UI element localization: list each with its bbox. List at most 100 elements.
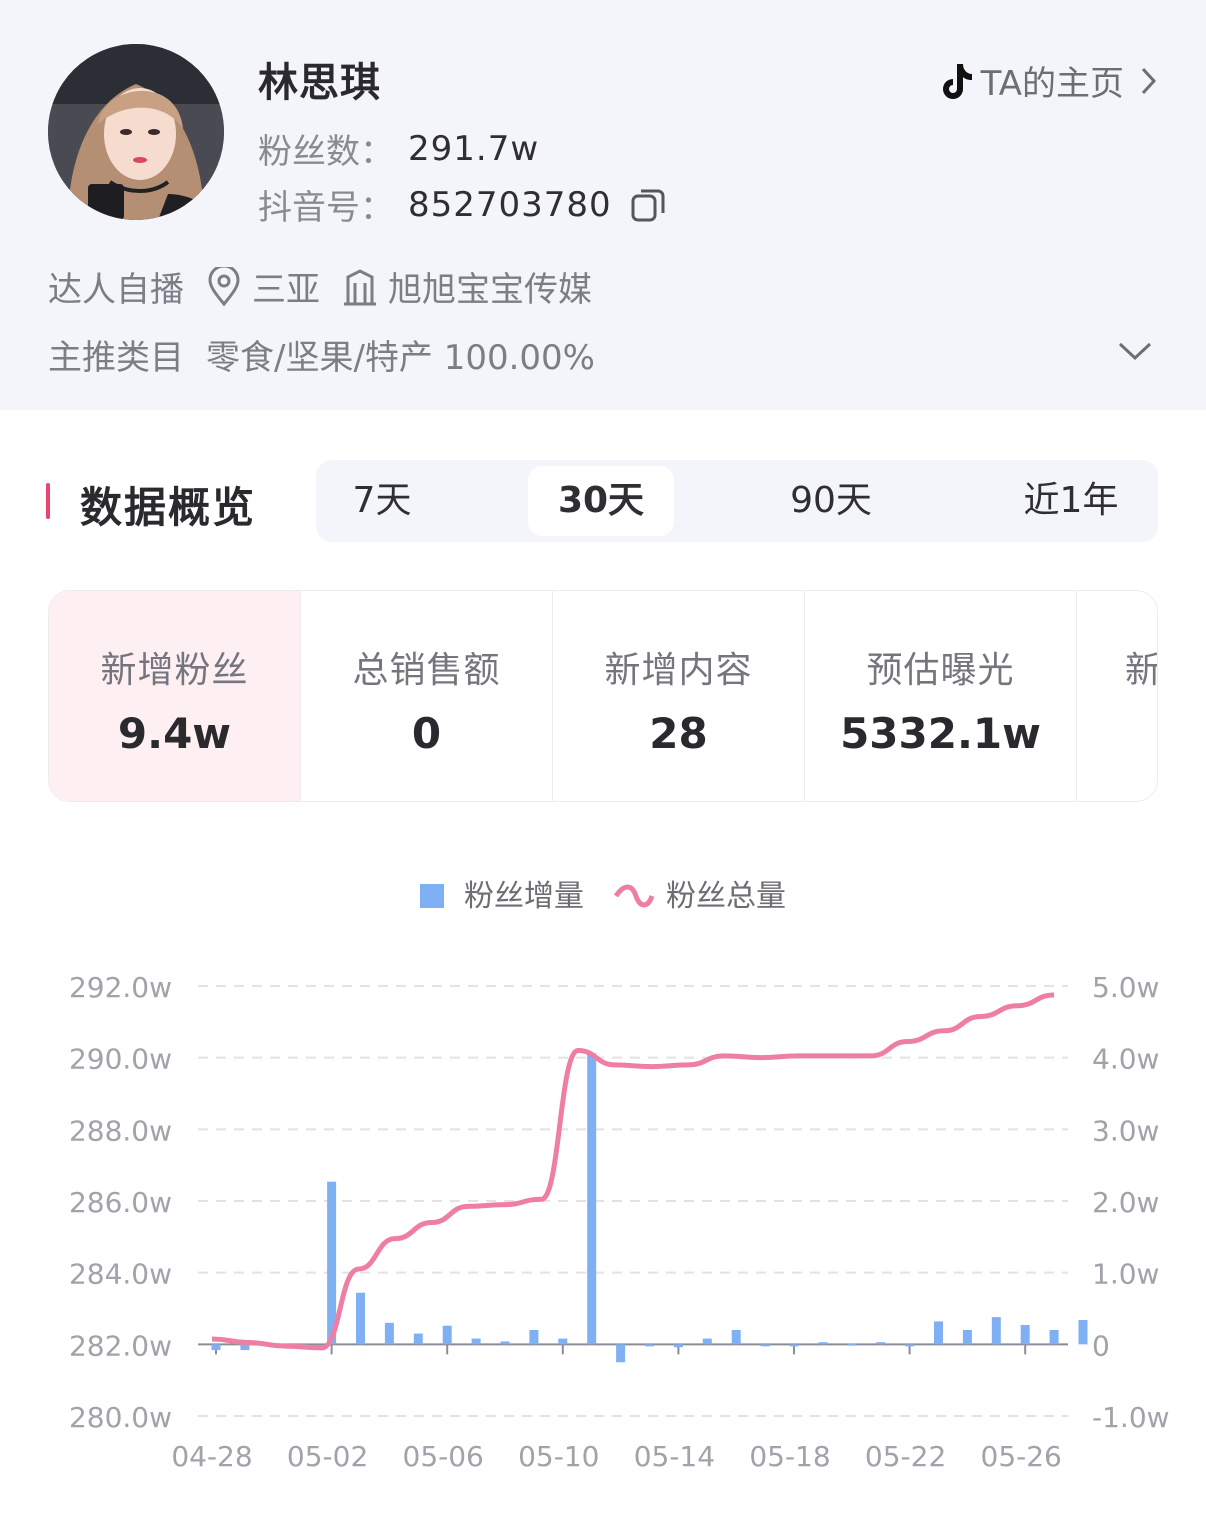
profile-tags: 达人自播 三亚 旭旭宝宝传媒 [48,262,592,311]
metric-label: 新增粉丝 [100,650,249,691]
x-tick-label: 05-10 [518,1440,599,1473]
bar-fans-increment [587,1053,597,1345]
bar-fans-increment [529,1330,539,1345]
bar-fans-increment [327,1181,337,1345]
bar-fans-increment [760,1344,770,1347]
fans-chart: 粉丝增量 粉丝总量 292.0w 5.0w 290.0w 4.0w 288.0w 3.0w… [0,860,1206,1500]
line-fans-total [211,992,1055,1351]
bar-fans-increment [500,1341,510,1345]
chevron-right-icon [1141,67,1157,94]
y-left-tick-label: 286.0w [69,1186,172,1219]
y-right-tick-label: -1.0w [1092,1401,1170,1434]
bar-fans-increment [991,1317,1001,1345]
avatar-image [48,44,224,220]
line-series [211,992,1055,1351]
section-title: 数据概览 [80,483,257,532]
metric-cards: 新增粉丝 9.4w 总销售额 0 新增内容 28 预估曝光 5332.1w 新 [48,590,1158,802]
x-tick-label: 05-26 [981,1440,1062,1473]
tab-1-year[interactable]: 近1年 [986,466,1156,536]
bar-fans-increment [818,1342,828,1345]
metric-label: 新 [1077,641,1157,693]
douyin-id-row: 抖音号： 852703780 [258,180,666,229]
bar-fans-increment [211,1344,221,1351]
building-icon [344,268,376,305]
x-tick-label: 05-22 [865,1440,946,1473]
y-right-tick-label: 1.0w [1092,1258,1159,1291]
tab-90-days[interactable]: 90天 [756,466,906,536]
y-right-tick-label: 4.0w [1092,1043,1159,1076]
chevron-down-icon[interactable] [1116,336,1154,366]
y-left-tick-label: 282.0w [69,1329,172,1362]
metric-value: 9.4w [117,709,232,758]
bar-fans-increment [384,1322,394,1345]
bar-fans-increment [934,1321,943,1345]
x-tick-label: 04-28 [171,1440,252,1473]
section-accent-bar [46,483,50,519]
bar-fans-increment [962,1330,972,1345]
metric-value: 5332.1w [840,709,1041,758]
bar-fans-increment [442,1325,452,1345]
tab-30-days[interactable]: 30天 [528,466,674,536]
bar-fans-increment [558,1338,568,1345]
bar-fans-increment [413,1333,423,1345]
bar-fans-increment [673,1344,683,1348]
y-left-tick-label: 280.0w [69,1401,172,1434]
bar-fans-increment [905,1344,915,1347]
profile-home-link[interactable]: TA的主页 [939,56,1160,105]
tiktok-icon [942,63,972,99]
y-right-tick-label: 3.0w [1092,1114,1159,1147]
tab-7-days[interactable]: 7天 [316,466,448,536]
profile-header: 林思琪 粉丝数： 291.7w 抖音号： 852703780 TA的主页 达人自… [0,0,1206,410]
bar-fans-increment [702,1338,712,1345]
x-tick-label: 05-14 [634,1440,715,1473]
x-tick-label: 05-18 [749,1440,830,1473]
y-left-tick-label: 290.0w [69,1043,172,1076]
metric-label: 总销售额 [352,650,501,691]
y-left-tick-label: 292.0w [69,971,172,1004]
bar-fans-increment [1049,1330,1059,1345]
main-category-label: 主推类目 [48,338,184,378]
metric-partial[interactable]: 新 [1077,591,1157,801]
bar-fans-increment [731,1330,741,1345]
metric-value: 28 [649,709,708,758]
x-tick-label: 05-02 [287,1440,368,1473]
legend-bar-label[interactable]: 粉丝增量 [464,879,584,914]
legend-bar-swatch [420,884,444,908]
bar-fans-increment [645,1344,654,1347]
avatar[interactable] [48,44,224,220]
bar-fans-increment [1078,1319,1088,1345]
metric-label: 预估曝光 [866,650,1015,691]
bar-fans-increment [847,1343,857,1346]
main-category-row: 主推类目 零食/坚果/特产 100.00% [48,330,595,379]
metric-new-fans[interactable]: 新增粉丝 9.4w [49,591,301,801]
account-name: 林思琪 [258,60,381,106]
bar-fans-increment [1020,1324,1030,1345]
fans-chart-svg: 粉丝增量 粉丝总量 292.0w 5.0w 290.0w 4.0w 288.0w 3.0w… [69,879,1170,1473]
bar-fans-increment [471,1338,481,1345]
bar-series [211,1053,1088,1363]
metric-value: 0 [411,709,442,758]
location-pin-icon [208,266,240,306]
metric-new-content[interactable]: 新增内容 28 [553,591,805,801]
period-tabs: 7天 30天 90天 近1年 [316,460,1158,542]
bar-fans-increment [240,1344,250,1351]
fans-count-row: 粉丝数： 291.7w [258,124,539,173]
bar-fans-increment [616,1344,626,1363]
metric-total-sales[interactable]: 总销售额 0 [301,591,553,801]
douyin-id-value: 852703780 [408,184,612,225]
fans-count-value: 291.7w [408,128,540,169]
metric-estimated-exposure[interactable]: 预估曝光 5332.1w [805,591,1077,801]
metric-label: 新增内容 [604,650,753,691]
legend-line-label[interactable]: 粉丝总量 [666,879,786,914]
y-left-tick-label: 284.0w [69,1258,172,1291]
copy-icon[interactable] [630,187,666,223]
tag-location: 三亚 [252,270,320,310]
bar-fans-increment [876,1342,886,1345]
bar-fans-increment [789,1344,799,1347]
y-right-tick-label: 2.0w [1092,1186,1159,1219]
douyin-id-label: 抖音号： [258,188,394,228]
y-left-tick-label: 288.0w [69,1114,172,1147]
main-category-value: 零食/坚果/特产 100.00% [206,338,595,378]
tag-live-type: 达人自播 [48,270,184,310]
bar-fans-increment [356,1292,365,1345]
